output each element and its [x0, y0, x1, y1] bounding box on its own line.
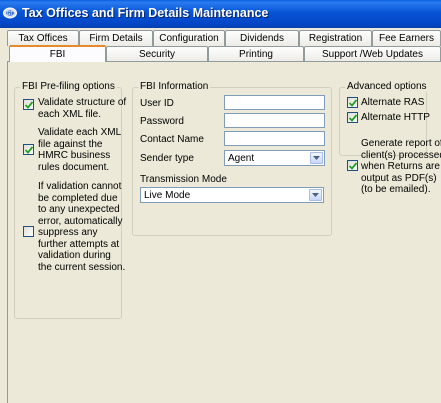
tab-fbi[interactable]: FBI: [9, 45, 106, 62]
tab-dividends[interactable]: Dividends: [225, 30, 299, 46]
tab-support-web-updates[interactable]: Support /Web Updates: [304, 46, 441, 62]
checkmark-icon: [25, 101, 33, 109]
user-id-label: User ID: [140, 98, 174, 109]
tab-firm-details[interactable]: Firm Details: [79, 30, 153, 46]
tab-printing[interactable]: Printing: [208, 46, 304, 62]
pdf-report-label: Generate report of client(s) processed w…: [361, 138, 441, 195]
validate-structure-checkbox[interactable]: [23, 99, 34, 110]
title-bar[interactable]: GT Tax Offices and Firm Details Maintena…: [0, 0, 441, 28]
transmission-mode-label: Transmission Mode: [140, 174, 227, 185]
checkmark-icon: [25, 146, 33, 154]
prefiling-options-title: FBI Pre-filing options: [20, 81, 117, 92]
window-title: Tax Offices and Firm Details Maintenance: [22, 6, 269, 20]
pdf-report-checkbox[interactable]: [347, 160, 358, 171]
fbi-information-title: FBI Information: [138, 81, 211, 92]
password-field[interactable]: [224, 113, 325, 128]
suppress-validation-checkbox[interactable]: [23, 226, 34, 237]
tab-configuration[interactable]: Configuration: [153, 30, 225, 46]
checkmark-icon: [349, 99, 357, 107]
chevron-down-icon[interactable]: [310, 152, 323, 164]
password-label: Password: [140, 116, 184, 127]
tab-security[interactable]: Security: [106, 46, 208, 62]
alternate-ras-label: Alternate RAS: [361, 97, 425, 108]
sender-type-select[interactable]: Agent: [224, 150, 325, 166]
transmission-mode-select[interactable]: Live Mode: [140, 187, 324, 203]
alternate-http-checkbox[interactable]: [347, 112, 358, 123]
alternate-ras-checkbox[interactable]: [347, 97, 358, 108]
contact-name-label: Contact Name: [140, 134, 204, 145]
contact-name-field[interactable]: [224, 131, 325, 146]
sender-type-label: Sender type: [140, 153, 194, 164]
advanced-options-title: Advanced options: [345, 81, 429, 92]
validate-structure-label: Validate structure of each XML file.: [38, 97, 127, 120]
user-id-field[interactable]: [224, 95, 325, 110]
checkmark-icon: [349, 162, 357, 170]
tab-tax-offices[interactable]: Tax Offices: [7, 30, 79, 46]
transmission-mode-value: Live Mode: [144, 190, 191, 201]
tab-registration[interactable]: Registration: [299, 30, 372, 46]
svg-text:GT: GT: [7, 11, 15, 17]
validate-rules-label: Validate each XML file against the HMRC …: [38, 127, 122, 173]
sender-type-value: Agent: [228, 153, 255, 164]
chevron-down-icon[interactable]: [309, 189, 322, 201]
checkmark-icon: [349, 114, 357, 122]
window-client: Tax Offices Firm Details Configuration D…: [0, 28, 441, 403]
tab-fee-earners[interactable]: Fee Earners: [372, 30, 441, 46]
alternate-http-label: Alternate HTTP: [361, 112, 430, 123]
validate-rules-checkbox[interactable]: [23, 144, 34, 155]
suppress-validation-label: If validation cannot be completed due to…: [38, 181, 126, 273]
app-icon: GT: [3, 7, 17, 19]
